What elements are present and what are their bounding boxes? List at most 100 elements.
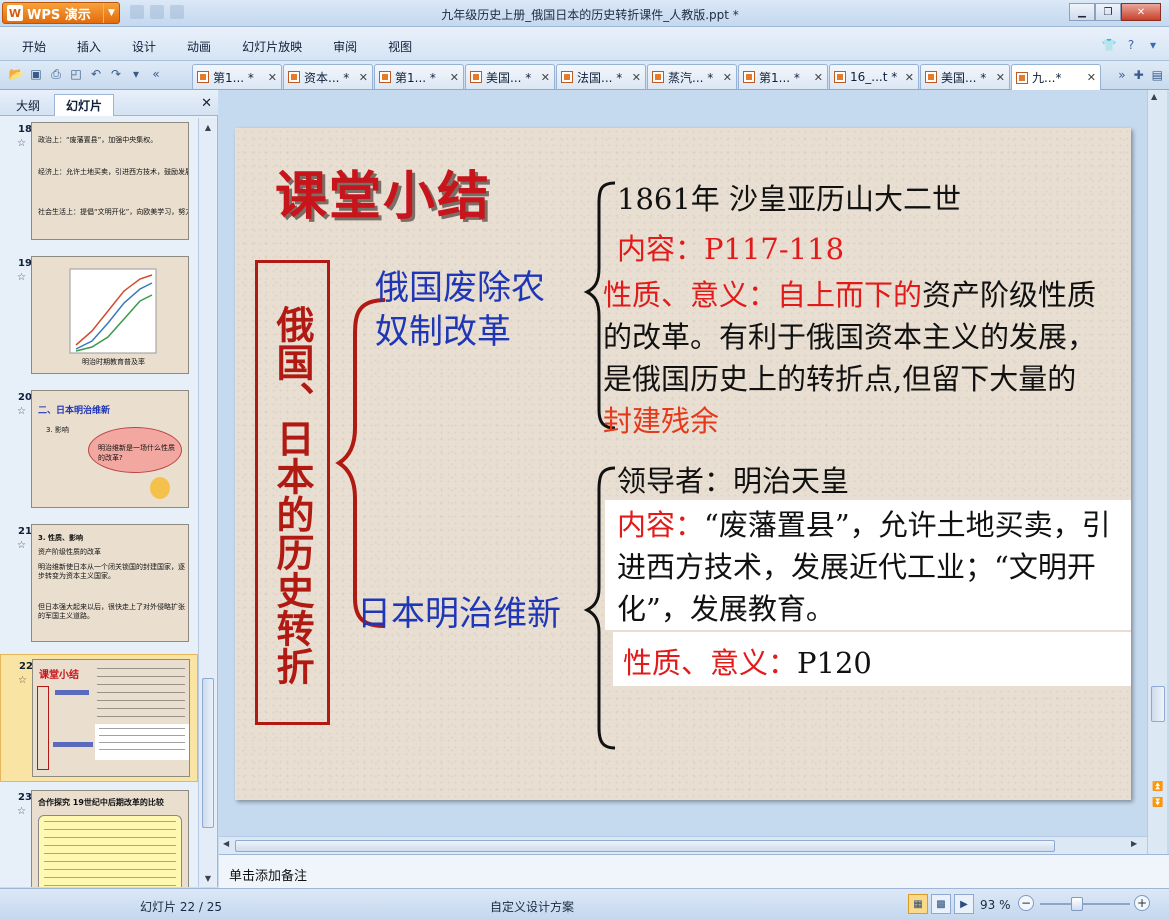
russia-content-line[interactable]: 内容：P117-118 bbox=[617, 226, 844, 268]
tab-close-icon[interactable]: ✕ bbox=[541, 71, 550, 84]
menu-design[interactable]: 设计 bbox=[132, 38, 156, 55]
thumb-text-block bbox=[53, 742, 93, 747]
customize-icon[interactable]: ▾ bbox=[128, 66, 144, 82]
doc-tab[interactable]: 第1... * ✕ bbox=[374, 64, 464, 89]
tab-close-icon[interactable]: ✕ bbox=[723, 71, 732, 84]
zoom-slider-track[interactable] bbox=[1040, 903, 1130, 905]
slide-thumbnail[interactable]: 21 ☆ 3. 性质、影响 资产阶级性质的改革 明治维新使日本从一个闭关锁国的封… bbox=[0, 520, 198, 650]
doc-tab[interactable]: 第1... * ✕ bbox=[738, 64, 828, 89]
tab-outline[interactable]: 大纲 bbox=[8, 94, 48, 116]
undo-icon[interactable]: ↶ bbox=[88, 66, 104, 82]
print-preview-icon[interactable]: ◰ bbox=[68, 66, 84, 82]
tab-scroll-right-icon[interactable]: » bbox=[1118, 68, 1125, 82]
menu-insert[interactable]: 插入 bbox=[77, 38, 101, 55]
ppt-file-icon bbox=[470, 71, 482, 83]
menu-home[interactable]: 开始 bbox=[22, 38, 46, 55]
notes-pane[interactable]: 单击添加备注 bbox=[219, 854, 1169, 888]
slide-thumbnail-selected[interactable]: 22 ☆ 课堂小结 bbox=[0, 654, 198, 782]
russia-nature-prefix: 性质、意义：自上而下的 bbox=[603, 278, 923, 312]
print-icon[interactable]: ⎙ bbox=[48, 66, 64, 82]
menu-animation[interactable]: 动画 bbox=[187, 38, 211, 55]
doc-tab-label: 第1... * bbox=[395, 70, 436, 85]
redo-icon[interactable]: ↷ bbox=[108, 66, 124, 82]
next-slide-icon[interactable]: ⏬ bbox=[1151, 796, 1165, 810]
scroll-up-icon[interactable]: ▲ bbox=[201, 120, 215, 134]
doc-tab[interactable]: 第1... * ✕ bbox=[192, 64, 282, 89]
scroll-thumb[interactable] bbox=[202, 678, 214, 828]
editor-vertical-scrollbar[interactable]: ▲ ⏫ ⏬ bbox=[1147, 90, 1167, 854]
japan-leader-line[interactable]: 领导者：明治天皇 bbox=[617, 458, 849, 500]
save-icon[interactable]: ▣ bbox=[28, 66, 44, 82]
doc-tab[interactable]: 美国... * ✕ bbox=[465, 64, 555, 89]
doc-tab[interactable]: 法国... * ✕ bbox=[556, 64, 646, 89]
help-icon[interactable]: ? bbox=[1123, 37, 1139, 53]
previous-slide-icon[interactable]: ⏫ bbox=[1151, 780, 1165, 794]
menu-view[interactable]: 视图 bbox=[388, 38, 412, 55]
tab-slides[interactable]: 幻灯片 bbox=[54, 94, 114, 116]
russia-nature-paragraph[interactable]: 性质、意义：自上而下的资产阶级性质的改革。有利于俄国资本主义的发展，是俄国历史上… bbox=[603, 274, 1103, 442]
slide-thumbnail[interactable]: 23 ☆ 合作探究 19世纪中后期改革的比较 bbox=[0, 786, 198, 887]
russia-reform-text: 俄国废除农奴制改革 bbox=[375, 268, 545, 352]
tab-scroll-left-icon[interactable]: « bbox=[148, 66, 164, 82]
tab-list-icon[interactable]: ▤ bbox=[1152, 68, 1163, 82]
doc-tab-label: 法国... * bbox=[577, 70, 623, 85]
doc-tab[interactable]: 资本... * ✕ bbox=[283, 64, 373, 89]
tab-close-icon[interactable]: ✕ bbox=[268, 71, 277, 84]
doc-tab-label: 资本... * bbox=[304, 70, 350, 85]
scroll-right-icon[interactable]: ▶ bbox=[1131, 839, 1137, 848]
slide-thumbnail[interactable]: 20 ☆ 二、日本明治维新 3. 影响 明治维新是一场什么性质的改革? bbox=[0, 386, 198, 516]
restore-button[interactable]: ❐ bbox=[1095, 3, 1121, 21]
notes-placeholder: 单击添加备注 bbox=[229, 869, 308, 884]
slide-canvas[interactable]: 课堂小结 俄国、日本的历史转折 俄国废除农奴制改革 日本明治维新 1861年 沙… bbox=[235, 128, 1131, 800]
zoom-in-icon[interactable]: + bbox=[1134, 895, 1150, 911]
menu-slideshow[interactable]: 幻灯片放映 bbox=[242, 38, 302, 55]
menu-review[interactable]: 审阅 bbox=[333, 38, 357, 55]
doc-tab[interactable]: 蒸汽... * ✕ bbox=[647, 64, 737, 89]
normal-view-icon[interactable]: ▦ bbox=[908, 894, 928, 914]
placeholder-icon bbox=[130, 5, 144, 19]
title-bar: W WPS 演示 ▼ 九年级历史上册_俄国日本的历史转折课件_人教版.ppt *… bbox=[0, 0, 1169, 27]
zoom-out-icon[interactable]: − bbox=[1018, 895, 1034, 911]
scroll-down-icon[interactable]: ▼ bbox=[201, 871, 215, 885]
scroll-thumb[interactable] bbox=[235, 840, 1055, 852]
slideshow-icon[interactable]: ▶ bbox=[954, 894, 974, 914]
scroll-thumb[interactable] bbox=[1151, 686, 1165, 722]
scroll-up-icon[interactable]: ▲ bbox=[1151, 92, 1157, 101]
editor-horizontal-scrollbar[interactable]: ◀ ▶ bbox=[219, 836, 1147, 854]
document-tab-strip: 📂 ▣ ⎙ ◰ ↶ ↷ ▾ « 第1... * ✕ 资本... * ✕ 第1... … bbox=[0, 61, 1169, 90]
wps-menu-button[interactable]: W WPS 演示 ▼ bbox=[2, 2, 120, 24]
minimize-button[interactable]: ▁ bbox=[1069, 3, 1095, 21]
chevron-down-icon[interactable]: ▾ bbox=[1145, 37, 1161, 53]
status-bar: 幻灯片 22 / 25 自定义设计方案 ▦ ▩ ▶ 93 % − + bbox=[0, 888, 1169, 920]
japan-reform-label[interactable]: 日本明治维新 bbox=[357, 586, 561, 635]
tab-close-icon[interactable]: ✕ bbox=[996, 71, 1005, 84]
japan-nature-line[interactable]: 性质、意义：P120 bbox=[623, 640, 872, 682]
slide-thumbnail[interactable]: 19 ☆ 明治时期教育普及率 bbox=[0, 252, 198, 382]
tab-close-icon[interactable]: ✕ bbox=[359, 71, 368, 84]
close-icon[interactable]: ✕ bbox=[201, 96, 212, 111]
russia-reform-label[interactable]: 俄国废除农奴制改革 bbox=[375, 266, 575, 354]
thumb-text: 明治时期教育普及率 bbox=[82, 358, 145, 366]
scroll-left-icon[interactable]: ◀ bbox=[223, 839, 229, 848]
close-button[interactable]: ✕ bbox=[1121, 3, 1161, 21]
tab-close-icon[interactable]: ✕ bbox=[632, 71, 641, 84]
tab-close-icon[interactable]: ✕ bbox=[450, 71, 459, 84]
tab-close-icon[interactable]: ✕ bbox=[1087, 71, 1096, 84]
new-tab-icon[interactable]: ✚ bbox=[1134, 68, 1144, 82]
ppt-file-icon bbox=[925, 71, 937, 83]
slide-thumbnail[interactable]: 18 ☆ 政治上：“废藩置县”，加强中央集权。 经济上：允许土地买卖，引进西方技… bbox=[0, 118, 198, 248]
open-folder-icon[interactable]: 📂 bbox=[8, 66, 24, 82]
skin-icon[interactable]: 👕 bbox=[1101, 37, 1117, 53]
russia-year-line[interactable]: 1861年 沙皇亚历山大二世 bbox=[617, 176, 961, 218]
doc-tab-active[interactable]: 九...* ✕ bbox=[1011, 64, 1101, 90]
tab-close-icon[interactable]: ✕ bbox=[814, 71, 823, 84]
zoom-slider-handle[interactable] bbox=[1071, 897, 1083, 911]
slides-panel-scrollbar[interactable]: ▲ ▼ bbox=[198, 118, 216, 887]
doc-tab[interactable]: 16_...t * ✕ bbox=[829, 64, 919, 89]
slide-sorter-icon[interactable]: ▩ bbox=[931, 894, 951, 914]
slide-number: 18 bbox=[18, 124, 32, 135]
japan-content-paragraph[interactable]: 内容：“废藩置县”，允许土地买卖，引进西方技术，发展近代工业；“文明开化”，发展… bbox=[617, 504, 1127, 630]
doc-tab[interactable]: 美国... * ✕ bbox=[920, 64, 1010, 89]
tab-close-icon[interactable]: ✕ bbox=[905, 71, 914, 84]
ppt-file-icon bbox=[1016, 71, 1028, 84]
